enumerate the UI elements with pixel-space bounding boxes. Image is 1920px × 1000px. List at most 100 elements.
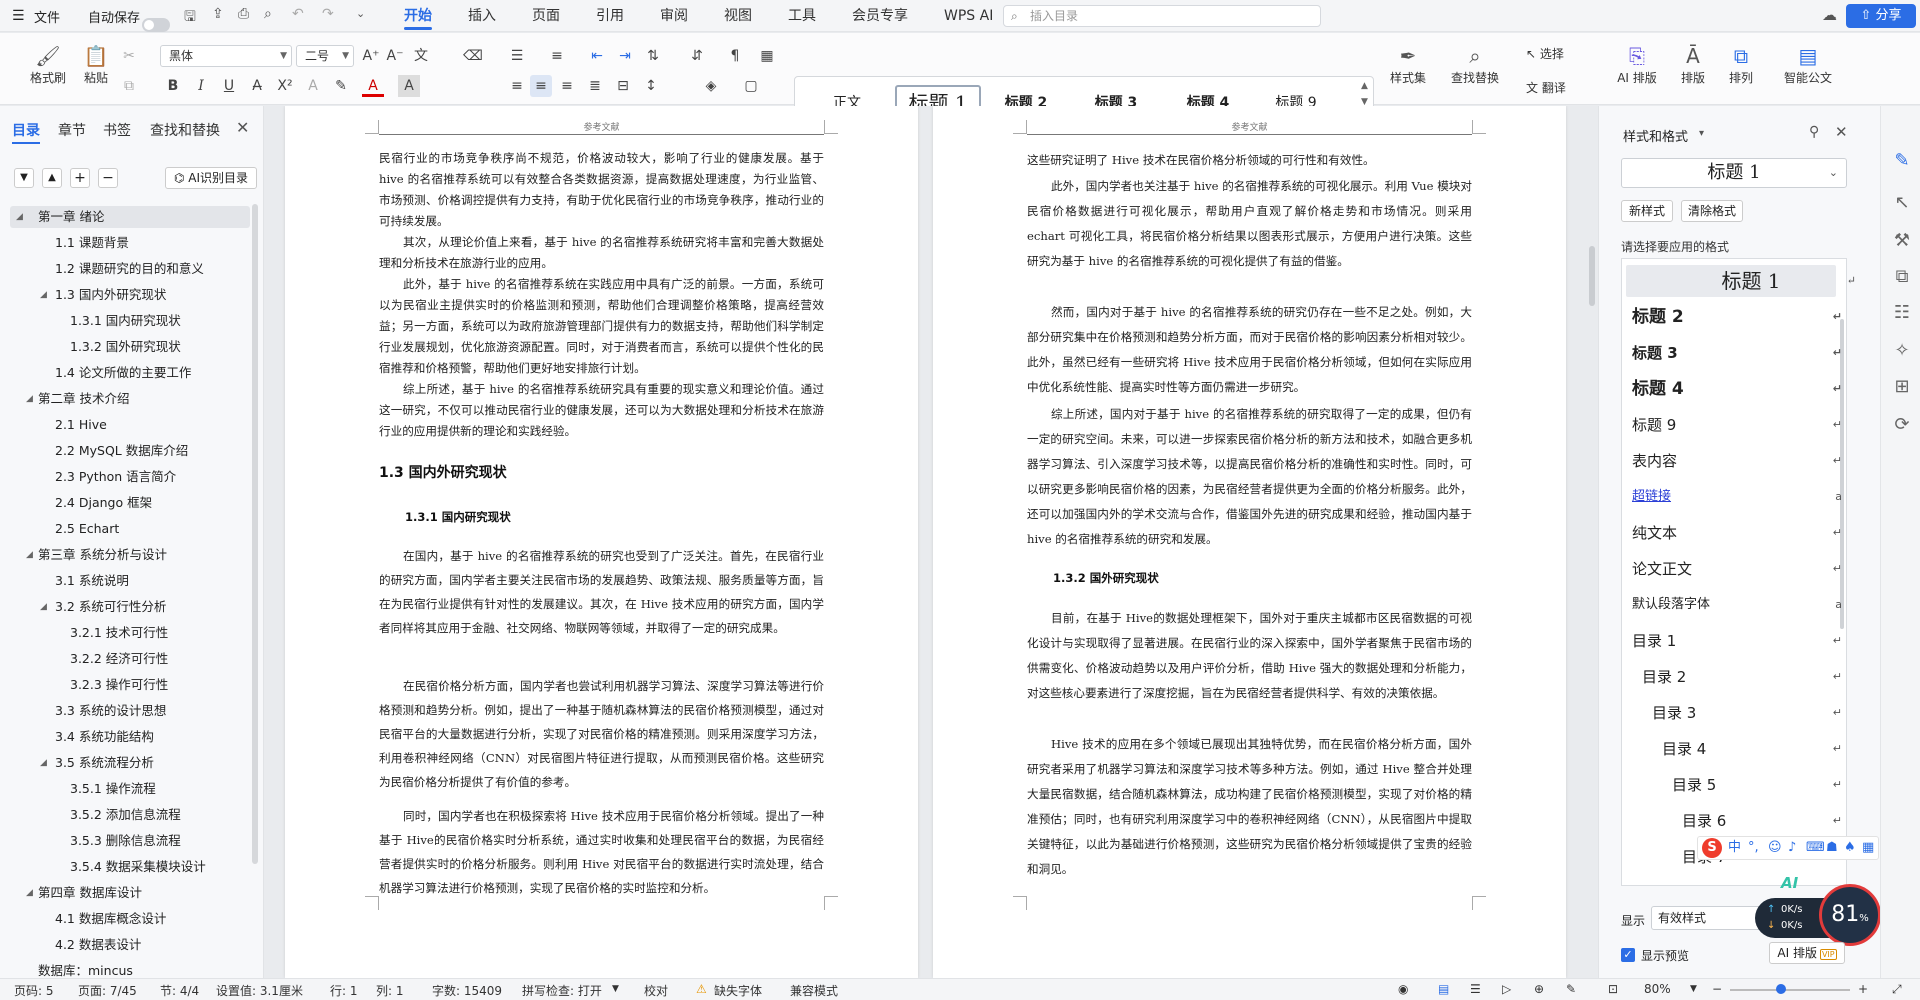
edit-pen-icon[interactable]: ✎ [1891,150,1913,171]
ai-assistant-icon[interactable]: AI [1781,874,1798,892]
strikethrough-icon[interactable]: A̶ [246,75,268,97]
tab-chapter[interactable]: 章节 [58,120,86,140]
pin-icon[interactable]: ⚲ [1809,124,1819,140]
pen-icon[interactable]: ✎ [1566,982,1576,996]
export-icon[interactable]: ⇪ [212,6,224,22]
chevron-down-icon[interactable]: ▾ [1699,128,1704,139]
gallery-up-icon[interactable]: ▲ [1361,81,1368,91]
zoom-out-icon[interactable]: − [1712,982,1722,996]
tab-page[interactable]: 页面 [518,0,574,32]
skin-icon[interactable]: ♠ [1844,837,1856,859]
style-item-thesis-body[interactable]: 论文正文 ↵ [1632,553,1842,585]
document-page-2[interactable]: 参考文献 这些研究证明了 Hive 技术在民宿价格分析领域的可行性和有效性。 此… [933,106,1566,978]
cut-icon[interactable]: ✂ [118,45,140,67]
align-left-icon[interactable]: ≡ [506,75,528,97]
ime-mode-indicator[interactable]: 中 [1728,837,1741,859]
current-style-select[interactable]: 标题 1 ⌄ [1621,158,1847,188]
toc-item[interactable]: 4.2 数据表设计 [55,935,141,955]
style-item-toc-2[interactable]: 目录 2 ↵ [1642,661,1842,693]
style-item-heading-9[interactable]: 标题 9 ↵ [1632,409,1842,441]
outline-view-icon[interactable]: ☰ [1470,982,1481,996]
decrease-indent-icon[interactable]: ⇤ [586,45,608,67]
file-menu[interactable]: 文件 [34,7,60,26]
page-view-icon[interactable]: ▤ [1438,982,1449,996]
toc-item[interactable]: 4.1 数据库概念设计 [55,909,166,929]
paragraph[interactable]: 目前，在基于 Hive的数据处理框架下，国外对于重庆主城都市区民宿数据的可视化设… [1027,606,1472,706]
toc-item[interactable]: 2.3 Python 语言简介 [55,467,176,487]
toc-item[interactable]: 3.5.4 数据采集模块设计 [70,857,206,877]
hamburger-icon[interactable]: ☰ [12,8,25,24]
bullet-list-icon[interactable]: ☰ [506,45,528,67]
arrange-button[interactable]: ⧉ 排列 [1716,43,1766,86]
undo-icon[interactable]: ↶ [292,6,304,22]
pointer-icon[interactable]: ↖ [1891,192,1913,213]
zoom-in-icon[interactable]: + [1858,982,1868,996]
close-icon[interactable]: ✕ [1835,123,1848,141]
paragraph[interactable]: 在国内，基于 hive 的名宿推荐系统的研究也受到了广泛关注。首先，在民宿行业的… [379,544,824,640]
new-style-button[interactable]: 新样式 [1621,200,1673,222]
tab-insert[interactable]: 插入 [454,0,510,32]
mic-icon[interactable]: ♪ [1788,837,1796,859]
grow-font-icon[interactable]: A⁺ [360,45,382,67]
close-icon[interactable]: ✕ [236,118,249,137]
status-column[interactable]: 列: 1 [376,982,404,999]
paragraph[interactable]: 民宿行业的市场竞争秩序尚不规范，价格波动较大，影响了行业的健康发展。基于 hiv… [379,148,824,232]
toc-item[interactable]: 1.2 课题研究的目的和意义 [55,259,204,279]
font-size-select[interactable]: 二号 ▼ [296,45,354,67]
keyboard-icon[interactable]: ⌨ [1806,837,1825,859]
copy-icon[interactable]: ⧉ [118,75,140,97]
collapse-all-icon[interactable]: ▼ [14,168,34,188]
toc-item[interactable]: 数据库：mincus [38,961,133,977]
remove-icon[interactable]: − [98,168,118,188]
status-row[interactable]: 行: 1 [330,982,358,999]
ime-toolbar[interactable]: S 中 °, ☺ ♪ ⌨ ☗ ♠ ▦ [1697,836,1879,860]
style-item-heading-1[interactable]: 标题 1 ↵ [1646,265,1856,297]
toc-item[interactable]: 1.3 国内外研究现状 [55,285,166,305]
chevron-down-icon[interactable]: ▼ [612,984,619,994]
caret-icon[interactable]: ◢ [40,602,47,612]
status-compat-mode[interactable]: 兼容模式 [790,982,838,999]
paragraph[interactable]: 此外，国内学者也关注基于 hive 的名宿推荐系统的可视化展示。利用 Vue 模… [1027,174,1472,274]
toc-item[interactable]: 2.4 Django 框架 [55,493,152,513]
tab-reference[interactable]: 引用 [582,0,638,32]
style-item-default-font[interactable]: 默认段落字体 a [1632,589,1842,621]
paragraph[interactable]: 此外，基于 hive 的名宿推荐系统在实践应用中具有广泛的前景。一方面，系统可以… [379,274,824,379]
sort-icon[interactable]: ⇵ [686,45,708,67]
justify-icon[interactable]: ≣ [584,75,606,97]
toc-item[interactable]: 3.3 系统的设计思想 [55,701,166,721]
tab-home[interactable]: 开始 [390,0,446,32]
caret-icon[interactable]: ◢ [40,290,47,300]
paragraph[interactable]: 综上所述，基于 hive 的名宿推荐系统研究具有重要的现实意义和理论价值。通过这… [379,379,824,442]
toc-scrollbar[interactable] [252,204,258,864]
add-icon[interactable]: + [70,168,90,188]
toc-item[interactable]: 3.2.2 经济可行性 [70,649,168,669]
find-replace-button[interactable]: ⌕ 查找替换 [1442,43,1508,86]
heading-3[interactable]: 1.3.2 国外研究现状 [1053,570,1159,586]
tab-review[interactable]: 审阅 [646,0,702,32]
save-icon[interactable]: 🖫 [184,6,196,30]
toc-item[interactable]: 第四章 数据库设计 [38,883,142,903]
increase-indent-icon[interactable]: ⇥ [614,45,636,67]
highlight-icon[interactable]: ✎ [330,75,352,97]
toc-item[interactable]: 1.1 课题背景 [55,233,129,253]
clear-format-button[interactable]: 清除格式 [1681,200,1743,222]
tab-bookmark[interactable]: 书签 [103,120,131,140]
show-filter-select[interactable]: 有效样式 [1651,906,1767,930]
toc-item[interactable]: 3.4 系统功能结构 [55,727,154,747]
chevron-down-icon[interactable]: ▼ [1690,984,1697,994]
phonetic-icon[interactable]: 文 [410,45,432,67]
toc-item[interactable]: 3.2.3 操作可行性 [70,675,168,695]
format-painter-button[interactable]: 🖌 格式刷 [26,43,70,86]
style-item-heading-4[interactable]: 标题 4 ↵ [1632,373,1842,405]
align-right-icon[interactable]: ≡ [556,75,578,97]
cloud-icon[interactable]: ☁ [1822,6,1837,24]
toc-item[interactable]: 3.5.2 添加信息流程 [70,805,181,825]
punct-icon[interactable]: °, [1748,837,1759,859]
underline-button[interactable]: U [218,75,240,97]
eye-icon[interactable]: ◉ [1398,982,1408,996]
tab-find-replace[interactable]: 查找和替换 [150,120,220,140]
text-effect-icon[interactable]: A [302,75,324,97]
style-set-button[interactable]: ✒ 样式集 [1380,43,1436,86]
paragraph[interactable]: 在民宿价格分析方面，国内学者也尝试利用机器学习算法、深度学习算法等进行价格预测和… [379,674,824,794]
fit-page-icon[interactable]: ⊡ [1608,982,1618,996]
